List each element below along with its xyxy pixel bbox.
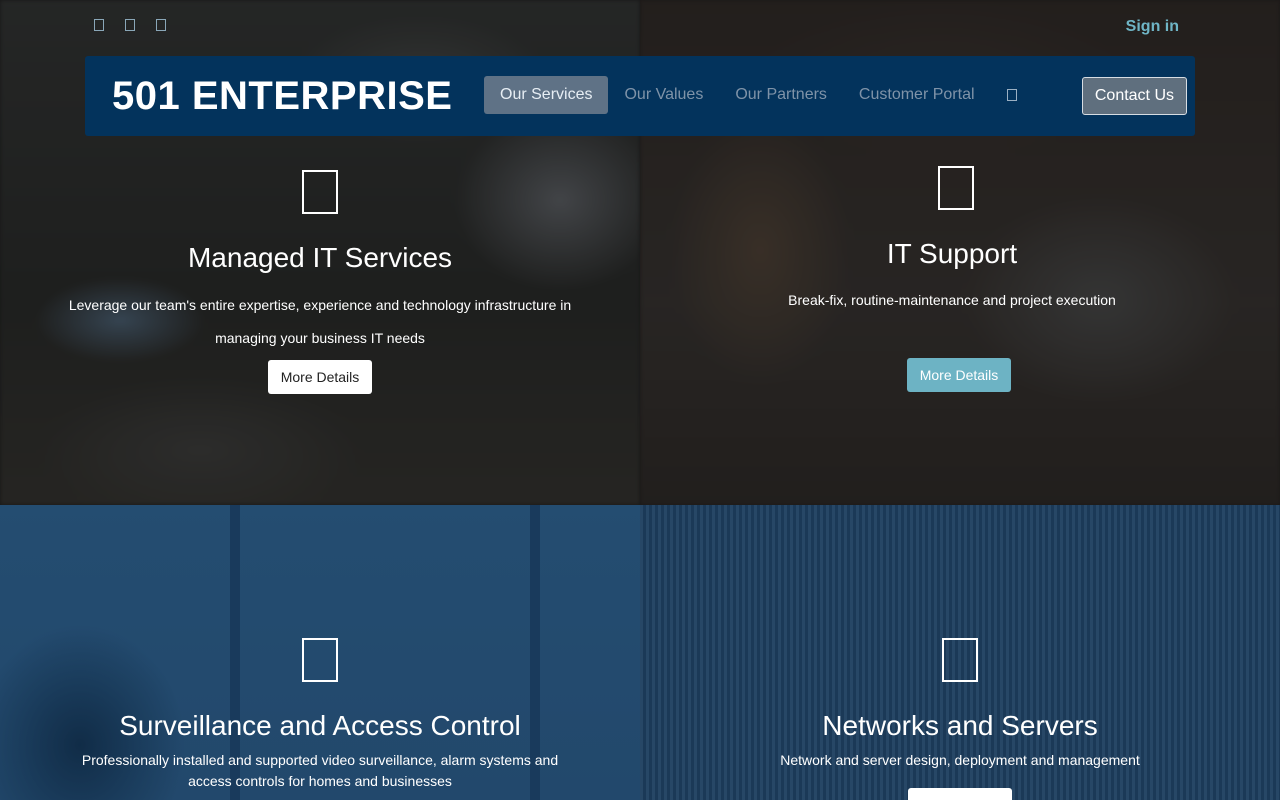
search-icon[interactable] bbox=[1006, 89, 1017, 101]
sign-in-link[interactable]: Sign in bbox=[1126, 18, 1179, 36]
networks-icon bbox=[941, 638, 978, 682]
nav-item-customer-portal[interactable]: Customer Portal bbox=[843, 76, 991, 114]
nav-item-our-services[interactable]: Our Services bbox=[484, 76, 609, 114]
service-tile-surveillance: Surveillance and Access Control Professi… bbox=[0, 505, 640, 800]
service-title: Surveillance and Access Control bbox=[119, 710, 521, 741]
nav-item-our-partners[interactable]: Our Partners bbox=[719, 76, 843, 114]
facebook-icon[interactable] bbox=[94, 19, 104, 31]
it-support-icon bbox=[938, 166, 974, 210]
service-description: Professionally installed and supported v… bbox=[81, 752, 559, 789]
linkedin-icon[interactable] bbox=[156, 19, 166, 31]
nav-menu: Our Services Our Values Our Partners Cus… bbox=[484, 76, 1017, 114]
service-title: Networks and Servers bbox=[822, 710, 1098, 741]
nav-item-our-values[interactable]: Our Values bbox=[608, 76, 719, 114]
more-details-button-partial[interactable] bbox=[907, 788, 1012, 800]
service-tile-networks: Networks and Servers Network and server … bbox=[640, 505, 1280, 800]
navbar: 501 ENTERPRISE Our Services Our Values O… bbox=[85, 56, 1195, 136]
service-description: Leverage our team's entire expertise, ex… bbox=[68, 297, 572, 346]
service-title: Managed IT Services bbox=[187, 242, 453, 273]
service-title: IT Support bbox=[886, 238, 1018, 269]
more-details-button[interactable]: More Details bbox=[267, 360, 373, 394]
brand-logo[interactable]: 501 ENTERPRISE bbox=[112, 74, 452, 119]
social-links bbox=[94, 19, 166, 31]
more-details-button[interactable]: More Details bbox=[906, 358, 1012, 392]
contact-us-button[interactable]: Contact Us bbox=[1081, 77, 1187, 115]
surveillance-icon bbox=[302, 638, 338, 682]
managed-it-icon bbox=[302, 170, 338, 214]
twitter-icon[interactable] bbox=[125, 19, 135, 31]
service-description: Network and server design, deployment an… bbox=[780, 752, 1140, 768]
service-description: Break-fix, routine-maintenance and proje… bbox=[788, 292, 1116, 308]
